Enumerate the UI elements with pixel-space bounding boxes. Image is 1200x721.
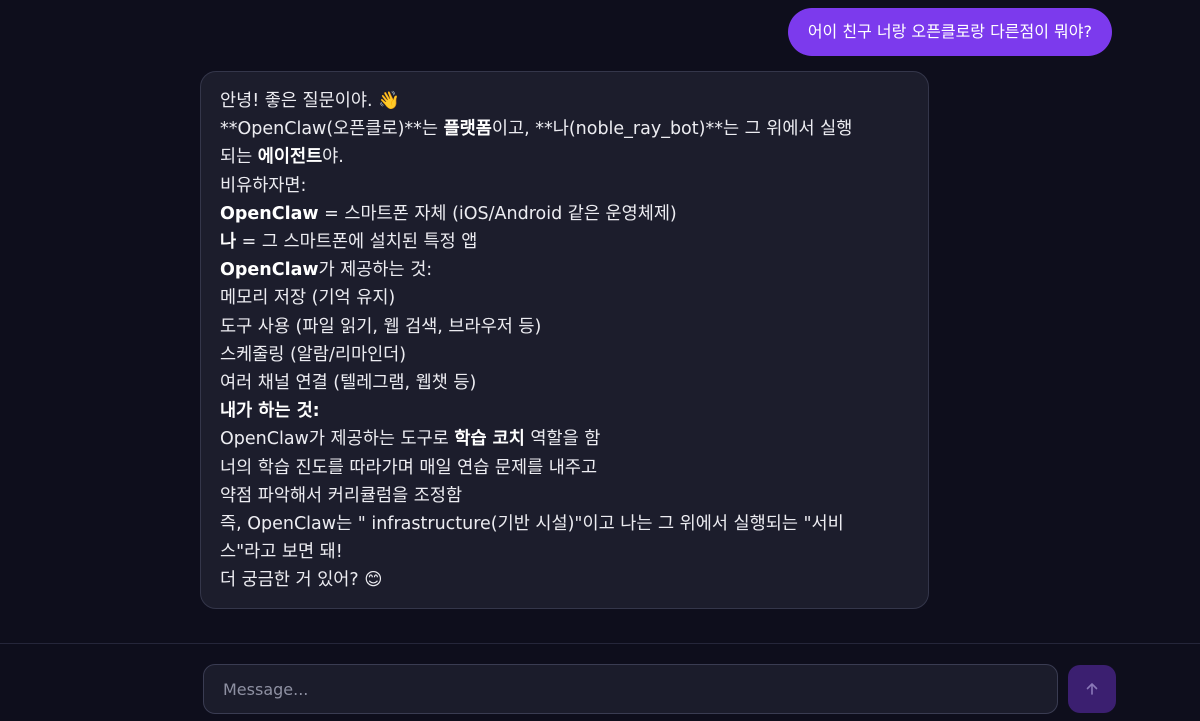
bot-line: OpenClaw가 제공하는 도구로 학습 코치 역할을 함 <box>220 425 908 453</box>
bot-bold-text: OpenClaw <box>220 260 319 281</box>
bot-text: 되는 <box>220 147 258 168</box>
bot-text: **OpenClaw(오픈클로)**는 <box>220 119 444 140</box>
bot-line: 되는 에이전트야. <box>220 143 908 171</box>
bot-line: 즉, OpenClaw는 " infrastructure(기반 시설)"이고 … <box>220 514 844 535</box>
send-button[interactable] <box>1068 665 1116 713</box>
bot-line: OpenClaw = 스마트폰 자체 (iOS/Android 같은 운영체제) <box>220 200 908 228</box>
bot-line: OpenClaw가 제공하는 것: <box>220 256 908 284</box>
bot-line: 안녕! 좋은 질문이야. 👋 <box>220 91 400 111</box>
chat-area: 어이 친구 너랑 오픈클로랑 다른점이 뭐야? 안녕! 좋은 질문이야. 👋 *… <box>0 0 1200 643</box>
bot-line: 더 궁금한 거 있어? 😊 <box>220 570 383 591</box>
bot-text: OpenClaw가 제공하는 도구로 <box>220 429 455 450</box>
bot-bold-text: 플랫폼 <box>443 119 492 140</box>
bot-line: **OpenClaw(오픈클로)**는 플랫폼이고, **나(noble_ray… <box>220 115 908 143</box>
user-message-bubble: 어이 친구 너랑 오픈클로랑 다른점이 뭐야? <box>787 8 1112 56</box>
bot-text: 가 제공하는 것: <box>318 260 433 281</box>
bot-text: = 그 스마트폰에 설치된 특정 앱 <box>236 232 478 253</box>
arrow-up-icon <box>1086 683 1098 695</box>
bot-bold-text: 학습 코치 <box>454 429 525 450</box>
bot-line: 여러 채널 연결 (텔레그램, 웹챗 등) <box>220 373 477 394</box>
bot-bold-text: 나 <box>220 232 237 253</box>
message-composer <box>0 644 1200 721</box>
bot-text: 이고, **나(noble_ray_bot)**는 그 위에서 실행 <box>491 119 853 140</box>
bot-line: 너의 학습 진도를 따라가며 매일 연습 문제를 내주고 <box>220 457 598 478</box>
bot-bold-text: 에이전트 <box>257 147 323 168</box>
bot-line: 스"라고 보면 돼! <box>220 542 343 563</box>
bot-line: 내가 하는 것: <box>220 397 908 425</box>
bot-line: 스케줄링 (알람/리마인더) <box>220 344 407 365</box>
bot-line: 메모리 저장 (기억 유지) <box>220 288 396 309</box>
bot-bold-text: OpenClaw <box>220 203 319 224</box>
bot-line: 약점 파악해서 커리큘럼을 조정함 <box>220 485 463 506</box>
bot-bold-text: 내가 하는 것: <box>220 401 320 422</box>
bot-message-bubble: 안녕! 좋은 질문이야. 👋 **OpenClaw(오픈클로)**는 플랫폼이고… <box>200 71 929 609</box>
bot-text: 역할을 함 <box>524 429 601 450</box>
bot-line: 도구 사용 (파일 읽기, 웹 검색, 브라우저 등) <box>220 316 542 337</box>
bot-text: 야. <box>322 147 344 168</box>
bot-text: = 스마트폰 자체 (iOS/Android 같은 운영체제) <box>318 203 677 224</box>
message-input[interactable] <box>203 664 1058 714</box>
bot-line: 나 = 그 스마트폰에 설치된 특정 앱 <box>220 228 908 256</box>
bot-line: 비유하자면: <box>220 175 307 196</box>
